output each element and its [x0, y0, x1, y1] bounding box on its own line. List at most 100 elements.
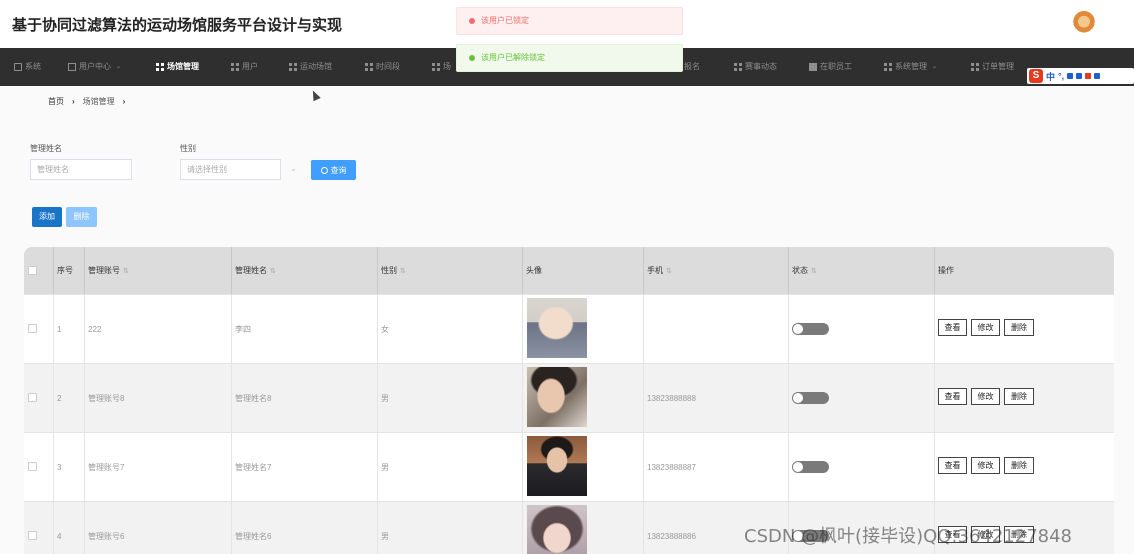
status-toggle[interactable]: [792, 323, 829, 335]
cell-account: 222: [84, 295, 101, 364]
nav-item-venue-partial[interactable]: 场: [432, 48, 451, 86]
chevron-down-icon: ⌄: [116, 64, 122, 70]
row-checkbox[interactable]: [28, 531, 37, 540]
admin-table: 序号 管理账号 ⇅ 管理姓名 ⇅ 性别 ⇅ 头像 手机 ⇅ 状态 ⇅ 操作 1 222 李…: [24, 247, 1114, 554]
nav-item-event-news[interactable]: 赛事动态: [734, 48, 777, 86]
cell-index: 2: [53, 364, 61, 433]
col-header-avatar: 头像: [522, 247, 542, 294]
cell-name: 李四: [231, 295, 251, 364]
name-search-label: 管理姓名: [30, 144, 62, 153]
delete-button[interactable]: 删除: [1004, 457, 1034, 474]
sort-icon: ⇅: [811, 268, 817, 275]
avatar-photo: [527, 436, 587, 496]
cell-avatar: [522, 295, 587, 364]
col-header-gender[interactable]: 性别 ⇅: [377, 247, 406, 294]
gender-select[interactable]: 请选择性别: [180, 159, 281, 180]
error-icon: [469, 18, 475, 24]
sogou-logo-icon: S: [1029, 69, 1043, 83]
breadcrumb-home[interactable]: 首页: [48, 96, 64, 107]
breadcrumb-current: 场馆管理: [82, 97, 115, 106]
cell-name: 管理姓名6: [231, 502, 271, 554]
ime-punct-label: °,: [1058, 71, 1065, 81]
col-header-ops: 操作: [934, 247, 954, 294]
cell-phone: 13823888888: [643, 364, 696, 433]
keyboard-icon: [1076, 73, 1083, 79]
col-header-status[interactable]: 状态 ⇅: [788, 247, 817, 294]
cell-name: 管理姓名7: [231, 433, 271, 502]
breadcrumb-separator: ›: [72, 97, 75, 106]
cell-phone: 13823888886: [643, 502, 696, 554]
nav-item-order-management[interactable]: 订单管理: [971, 48, 1014, 86]
edit-button[interactable]: 修改: [971, 319, 1000, 336]
cell-ops: 查看 修改 删除: [934, 433, 1034, 502]
ime-language-label: 中: [1046, 71, 1056, 82]
search-icon: [320, 166, 328, 174]
query-button[interactable]: 查询: [311, 160, 356, 180]
nav-item-venue-management[interactable]: 场馆管理: [156, 48, 199, 86]
skin-icon: [1085, 73, 1092, 79]
nav-item-system-management[interactable]: 系统管理 ⌄: [884, 48, 937, 86]
cell-avatar: [522, 364, 587, 433]
col-header-account[interactable]: 管理账号 ⇅: [84, 247, 129, 294]
menu-grid-icon: [1094, 73, 1101, 79]
status-toggle[interactable]: [792, 392, 829, 404]
grid-icon: [156, 63, 164, 71]
cell-account: 管理账号7: [84, 433, 124, 502]
cell-gender: 男: [377, 502, 389, 554]
row-checkbox[interactable]: [28, 393, 37, 402]
cell-index: 1: [53, 295, 61, 364]
cell-name: 管理姓名8: [231, 364, 271, 433]
sort-icon: ⇅: [270, 268, 276, 275]
nav-item-registration[interactable]: 报名: [684, 48, 700, 86]
ime-toolbar[interactable]: S 中 °,: [1027, 68, 1134, 84]
table-row: 2 管理账号8 管理姓名8 男 13823888888 查看 修改 删除: [24, 363, 1114, 433]
nav-item-staff[interactable]: 在职员工: [809, 48, 852, 86]
edit-button[interactable]: 修改: [971, 388, 1000, 405]
delete-button[interactable]: 删除: [1004, 319, 1034, 336]
sort-icon: ⇅: [666, 268, 672, 275]
view-button[interactable]: 查看: [938, 319, 967, 336]
batch-delete-button[interactable]: 删除: [66, 207, 97, 227]
nav-item-users[interactable]: 用户: [231, 48, 258, 86]
cell-phone: 13823888887: [643, 433, 696, 502]
table-row: 1 222 李四 女 查看 修改 删除: [24, 294, 1114, 364]
edit-button[interactable]: 修改: [971, 457, 1000, 474]
nav-item-time-slots[interactable]: 时间段: [365, 48, 400, 86]
toast-error: 该用户已锁定: [456, 7, 683, 35]
nav-item-sports-venues[interactable]: 运动场馆: [289, 48, 332, 86]
select-all-checkbox[interactable]: [28, 266, 37, 275]
cell-ops: 查看 修改 删除: [934, 295, 1034, 364]
name-search-input[interactable]: 管理姓名: [30, 159, 132, 180]
grid-icon: [432, 63, 440, 71]
grid-icon: [231, 63, 239, 71]
cell-avatar: [522, 502, 587, 554]
add-button[interactable]: 添加: [32, 207, 62, 227]
toast-success: 该用户已解除锁定: [456, 44, 683, 72]
cell-gender: 男: [377, 433, 389, 502]
gender-search-label: 性别: [180, 144, 196, 153]
nav-item-system[interactable]: 系统: [14, 48, 41, 86]
table-row: 3 管理账号7 管理姓名7 男 13823888887 查看 修改 删除: [24, 432, 1114, 502]
view-button[interactable]: 查看: [938, 388, 967, 405]
status-toggle[interactable]: [792, 461, 829, 473]
cell-status: [788, 433, 829, 502]
home-icon: [14, 63, 22, 71]
sort-icon: ⇅: [400, 268, 406, 275]
chevron-down-icon: ⌄: [290, 164, 297, 173]
col-header-name[interactable]: 管理姓名 ⇅: [231, 247, 276, 294]
nav-item-user-center[interactable]: 用户中心 ⌄: [68, 48, 121, 86]
delete-button[interactable]: 删除: [1004, 388, 1034, 405]
view-button[interactable]: 查看: [938, 457, 967, 474]
chevron-down-icon: ⌄: [932, 64, 938, 70]
col-header-phone[interactable]: 手机 ⇅: [643, 247, 672, 294]
grid-icon: [289, 63, 297, 71]
cell-account: 管理账号6: [84, 502, 124, 554]
row-checkbox[interactable]: [28, 324, 37, 333]
row-checkbox[interactable]: [28, 462, 37, 471]
csdn-watermark: CSDN @枫叶(接毕设)QQ:3642127848: [744, 526, 1073, 547]
breadcrumb-separator: ›: [122, 97, 126, 106]
cell-index: 4: [53, 502, 61, 554]
cell-ops: 查看 修改 删除: [934, 364, 1034, 433]
user-avatar[interactable]: [1071, 10, 1097, 36]
microphone-icon: [1067, 73, 1074, 79]
